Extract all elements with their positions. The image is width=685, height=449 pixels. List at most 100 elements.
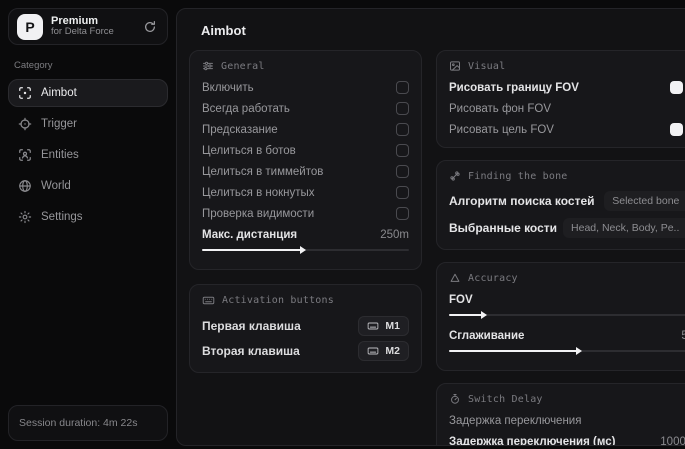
sidebar-item-trigger[interactable]: Trigger	[8, 110, 168, 138]
bone-icon	[449, 170, 461, 182]
switch-delay-ms-label: Задержка переключения (мс)	[449, 435, 616, 446]
second-key-label: Вторая клавиша	[202, 344, 300, 358]
activation-card: Activation buttons Первая клавиша M1 Вто…	[189, 284, 422, 373]
toggle-row-prediction: Предсказание	[202, 123, 409, 136]
always-work-checkbox[interactable]	[396, 102, 409, 115]
bone-header-label: Finding the bone	[468, 170, 568, 182]
first-key-value: M1	[385, 320, 400, 332]
slider-thumb[interactable]	[300, 245, 307, 254]
trigger-icon	[18, 117, 32, 131]
selected-bones-select[interactable]: Head, Neck, Body, Pe..	[563, 218, 685, 238]
selected-bones-label: Выбранные кости	[449, 221, 558, 235]
sidebar: P Premium for Delta Force Category Aimbo…	[0, 0, 176, 449]
fov-background-row: Рисовать фон FOV	[449, 102, 685, 115]
toggle-row-always-work: Всегда работать	[202, 102, 409, 115]
second-key-value: M2	[385, 345, 400, 357]
app-logo: P	[17, 13, 43, 40]
general-card: General Включить Всегда работать Предска…	[189, 50, 422, 270]
brand-card: P Premium for Delta Force	[8, 8, 168, 45]
brand-subtitle: for Delta Force	[51, 26, 114, 38]
triangle-icon	[449, 272, 461, 284]
bone-header: Finding the bone	[449, 170, 685, 182]
category-label: Category	[14, 60, 53, 71]
second-key-button[interactable]: M2	[358, 341, 409, 361]
target-knocked-checkbox[interactable]	[396, 186, 409, 199]
switch-delay-header-label: Switch Delay	[468, 393, 543, 405]
fov-border-row: Рисовать границу FOV	[449, 81, 685, 94]
max-distance-slider[interactable]	[202, 245, 409, 254]
sidebar-item-label: Aimbot	[41, 87, 77, 99]
bone-algorithm-select[interactable]: Selected bone	[604, 191, 685, 211]
page-title: Aimbot	[201, 23, 246, 38]
sidebar-item-label: Settings	[41, 211, 83, 223]
toggle-row-enable: Включить	[202, 81, 409, 94]
main-wrap: Aimbot General Включить Всегда работать …	[176, 0, 685, 449]
settings-columns: General Включить Всегда работать Предска…	[189, 50, 685, 446]
visual-header: Visual	[449, 60, 685, 72]
first-key-button[interactable]: M1	[358, 316, 409, 336]
slider-fill	[449, 310, 488, 319]
first-key-label: Первая клавиша	[202, 319, 301, 333]
slider-fill	[202, 245, 307, 254]
smoothing-slider[interactable]	[449, 346, 685, 355]
brand-text: Premium for Delta Force	[51, 15, 133, 39]
fov-label: FOV	[449, 293, 473, 306]
bone-algorithm-label: Алгоритм поиска костей	[449, 194, 595, 208]
sidebar-item-label: Trigger	[41, 118, 77, 130]
switch-delay-ms-row: Задержка переключения (мс) 1000 ms	[449, 435, 685, 446]
switch-delay-ms-value: 1000 ms	[660, 435, 685, 446]
bone-algorithm-value: Selected bone	[612, 195, 680, 207]
visual-header-label: Visual	[468, 60, 506, 72]
toggle-row-target-bots: Целиться в ботов	[202, 144, 409, 157]
tune-icon	[202, 60, 214, 72]
general-header: General	[202, 60, 409, 72]
switch-delay-toggle-label: Задержка переключения	[449, 414, 582, 427]
accuracy-card: Accuracy FOV 60° Сглаживание 5	[436, 262, 685, 371]
toggle-row-target-teammates: Целиться в тиммейтов	[202, 165, 409, 178]
max-distance-value: 250m	[380, 228, 409, 241]
max-distance-row: Макс. дистанция 250m	[202, 228, 409, 241]
toggle-label: Включить	[202, 81, 254, 94]
gear-icon	[18, 210, 32, 224]
sidebar-item-settings[interactable]: Settings	[8, 203, 168, 231]
fov-target-row: Рисовать цель FOV	[449, 123, 685, 136]
visual-card: Visual Рисовать границу FOV Рисовать фон…	[436, 50, 685, 148]
enable-checkbox[interactable]	[396, 81, 409, 94]
bone-algorithm-row: Алгоритм поиска костей Selected bone	[449, 191, 685, 211]
toggle-label: Проверка видимости	[202, 207, 315, 220]
target-bots-checkbox[interactable]	[396, 144, 409, 157]
sidebar-item-world[interactable]: World	[8, 172, 168, 200]
visibility-check-checkbox[interactable]	[396, 207, 409, 220]
right-column: Visual Рисовать границу FOV Рисовать фон…	[436, 50, 685, 446]
second-key-row: Вторая клавиша M2	[202, 341, 409, 361]
toggle-label: Предсказание	[202, 123, 278, 136]
slider-fill	[449, 346, 582, 355]
slider-thumb[interactable]	[481, 310, 488, 319]
fov-border-color-swatch[interactable]	[670, 81, 684, 94]
world-icon	[18, 179, 32, 193]
stopwatch-icon	[449, 393, 461, 405]
general-header-label: General	[221, 60, 265, 72]
keyboard-icon	[367, 320, 379, 332]
prediction-checkbox[interactable]	[396, 123, 409, 136]
fov-target-label: Рисовать цель FOV	[449, 123, 554, 136]
smoothing-label: Сглаживание	[449, 329, 525, 342]
fov-target-color-swatch[interactable]	[670, 123, 684, 136]
sidebar-item-aimbot[interactable]: Aimbot	[8, 79, 168, 107]
fov-border-label: Рисовать границу FOV	[449, 81, 579, 94]
switch-delay-card: Switch Delay Задержка переключения Задер…	[436, 383, 685, 446]
fov-slider[interactable]	[449, 310, 685, 319]
session-duration: Session duration: 4m 22s	[8, 405, 168, 441]
fov-background-label: Рисовать фон FOV	[449, 102, 551, 115]
sidebar-item-entities[interactable]: Entities	[8, 141, 168, 169]
target-teammates-checkbox[interactable]	[396, 165, 409, 178]
max-distance-label: Макс. дистанция	[202, 228, 298, 241]
fov-border-controls	[670, 81, 685, 94]
slider-thumb[interactable]	[575, 346, 582, 355]
refresh-icon[interactable]	[141, 18, 159, 36]
keyboard-icon	[202, 294, 215, 307]
fov-row: FOV 60°	[449, 293, 685, 306]
toggle-label: Всегда работать	[202, 102, 290, 115]
activation-header-label: Activation buttons	[222, 295, 334, 306]
bone-card: Finding the bone Алгоритм поиска костей …	[436, 160, 685, 250]
